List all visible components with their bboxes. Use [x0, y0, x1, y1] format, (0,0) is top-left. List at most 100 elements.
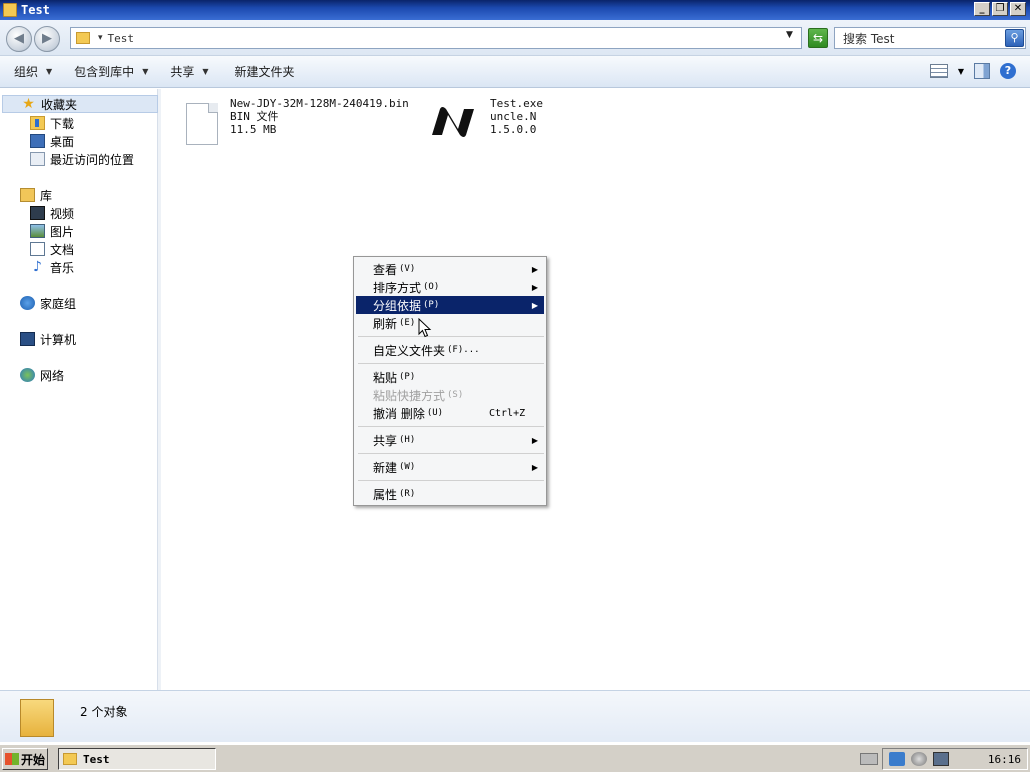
nav-pictures[interactable]: 图片: [30, 222, 74, 240]
nav-network[interactable]: 网络: [20, 366, 64, 384]
action-center-icon[interactable]: [889, 752, 905, 766]
nav-libraries[interactable]: 库: [20, 186, 52, 204]
menu-label: 自定义文件夹: [373, 343, 446, 358]
nav-label: 文档: [50, 242, 75, 257]
menu-shortcut: Ctrl+Z: [489, 407, 526, 419]
mouse-cursor-icon: [418, 318, 432, 338]
keyboard-icon[interactable]: [860, 753, 878, 765]
menu-item-paste-shortcut[interactable]: 粘贴快捷方式 (S): [356, 386, 544, 404]
address-bar[interactable]: ▾ Test: [70, 27, 802, 49]
menu-label: 刷新: [373, 316, 398, 331]
file-version: 1.5.0.0: [490, 123, 537, 136]
change-view-icon[interactable]: [929, 64, 948, 78]
refresh-icon: ⇆: [812, 31, 824, 45]
taskbar-item-test[interactable]: Test: [58, 748, 216, 770]
start-button[interactable]: 开始: [2, 748, 48, 770]
computer-icon: [20, 332, 35, 346]
chevron-down-icon: ▼: [46, 67, 53, 76]
new-folder-label: 新建文件夹: [234, 65, 295, 79]
menu-label: 粘贴快捷方式: [373, 388, 446, 403]
search-icon: ⚲: [1010, 31, 1019, 44]
nav-label: 收藏夹: [41, 97, 78, 112]
menu-accelerator: (W): [399, 462, 416, 472]
menu-item-sort-by[interactable]: 排序方式 (O) ▶: [356, 278, 544, 296]
menu-label: 分组依据: [373, 298, 422, 313]
restore-button[interactable]: ❐: [992, 2, 1008, 16]
downloads-icon: [30, 116, 45, 130]
command-bar: 组织 ▼ 包含到库中 ▼ 共享 ▼ 新建文件夹 ▼ ?: [0, 56, 1030, 88]
nav-documents[interactable]: 文档: [30, 240, 74, 258]
nav-videos[interactable]: 视频: [30, 204, 74, 222]
nav-label: 网络: [40, 368, 65, 383]
file-item-exe[interactable]: Test.exe uncle.N 1.5.0.0: [430, 97, 543, 137]
menu-separator: [358, 336, 544, 337]
menu-item-new[interactable]: 新建 (W) ▶: [356, 458, 544, 476]
search-input[interactable]: 搜索 Test ⚲: [834, 27, 1026, 49]
star-icon: ★: [22, 96, 35, 112]
file-item-bin[interactable]: New-JDY-32M-128M-240419.bin BIN 文件 11.5 …: [186, 97, 409, 145]
file-type: BIN 文件: [230, 110, 279, 123]
menu-item-refresh[interactable]: 刷新 (E): [356, 314, 544, 332]
view-options-dropdown-icon[interactable]: ▼: [958, 67, 964, 76]
menu-separator: [358, 426, 544, 427]
nav-music[interactable]: ♪ 音乐: [30, 258, 74, 276]
preview-pane-icon[interactable]: [974, 63, 990, 79]
menu-item-properties[interactable]: 属性 (R): [356, 485, 544, 503]
back-arrow-icon: ◀: [14, 31, 24, 46]
search-placeholder: 搜索 Test: [843, 31, 895, 46]
back-button[interactable]: ◀: [6, 26, 32, 52]
menu-accelerator: (R): [399, 489, 416, 499]
network-status-icon[interactable]: [933, 752, 949, 766]
include-in-library-label: 包含到库中: [74, 65, 135, 79]
details-pane: 2 个对象: [0, 690, 1030, 742]
menu-item-paste[interactable]: 粘贴 (P): [356, 368, 544, 386]
forward-button[interactable]: ▶: [34, 26, 60, 52]
volume-icon[interactable]: [911, 752, 927, 766]
address-history-dropdown-icon[interactable]: ▼: [786, 30, 793, 40]
search-button[interactable]: ⚲: [1005, 29, 1024, 47]
item-count: 2 个对象: [80, 705, 128, 719]
menu-item-undo-delete[interactable]: 撤消 删除 (U) Ctrl+Z: [356, 404, 544, 422]
help-icon[interactable]: ?: [1000, 63, 1016, 79]
breadcrumb-current[interactable]: Test: [108, 32, 135, 45]
menu-item-view[interactable]: 查看 (V) ▶: [356, 260, 544, 278]
submenu-arrow-icon: ▶: [531, 282, 538, 292]
title-bar[interactable]: Test _ ❐ ✕: [0, 0, 1030, 20]
nav-recent-places[interactable]: 最近访问的位置: [30, 150, 134, 168]
menu-accelerator: (S): [447, 390, 464, 400]
file-list[interactable]: New-JDY-32M-128M-240419.bin BIN 文件 11.5 …: [162, 89, 1030, 690]
menu-item-group-by[interactable]: 分组依据 (P) ▶: [356, 296, 544, 314]
organize-menu-button[interactable]: 组织 ▼: [14, 63, 52, 80]
nav-downloads[interactable]: 下载: [30, 114, 74, 132]
nav-desktop[interactable]: 桌面: [30, 132, 74, 150]
folder-icon: [63, 753, 77, 765]
recent-places-icon: [30, 152, 45, 166]
menu-accelerator: (E): [399, 318, 416, 328]
file-name: New-JDY-32M-128M-240419.bin: [230, 97, 409, 110]
folder-icon: [3, 3, 17, 17]
pictures-icon: [30, 224, 45, 238]
clock[interactable]: 16:16: [988, 753, 1021, 766]
menu-item-customize-folder[interactable]: 自定义文件夹 (F)...: [356, 341, 544, 359]
libraries-icon: [20, 188, 35, 202]
menu-label: 排序方式: [373, 280, 422, 295]
menu-label: 撤消 删除: [373, 406, 425, 421]
share-button[interactable]: 共享 ▼: [170, 63, 208, 80]
menu-item-share-with[interactable]: 共享 (H) ▶: [356, 431, 544, 449]
close-button[interactable]: ✕: [1010, 2, 1026, 16]
nav-computer[interactable]: 计算机: [20, 330, 76, 348]
include-in-library-button[interactable]: 包含到库中 ▼: [74, 63, 148, 80]
organize-label: 组织: [14, 65, 39, 79]
pane-splitter[interactable]: [158, 89, 161, 690]
breadcrumb-chevron-icon[interactable]: ▾: [98, 33, 103, 43]
folder-icon: [76, 32, 90, 44]
share-label: 共享: [170, 65, 195, 79]
chevron-down-icon: ▼: [202, 67, 209, 76]
nav-favorites[interactable]: ★ 收藏夹: [2, 95, 158, 113]
refresh-button[interactable]: ⇆: [808, 28, 828, 48]
minimize-button[interactable]: _: [974, 2, 990, 16]
network-icon: [20, 368, 35, 382]
new-folder-button[interactable]: 新建文件夹: [235, 63, 295, 80]
nav-homegroup[interactable]: 家庭组: [20, 294, 76, 312]
menu-accelerator: (H): [399, 435, 416, 445]
